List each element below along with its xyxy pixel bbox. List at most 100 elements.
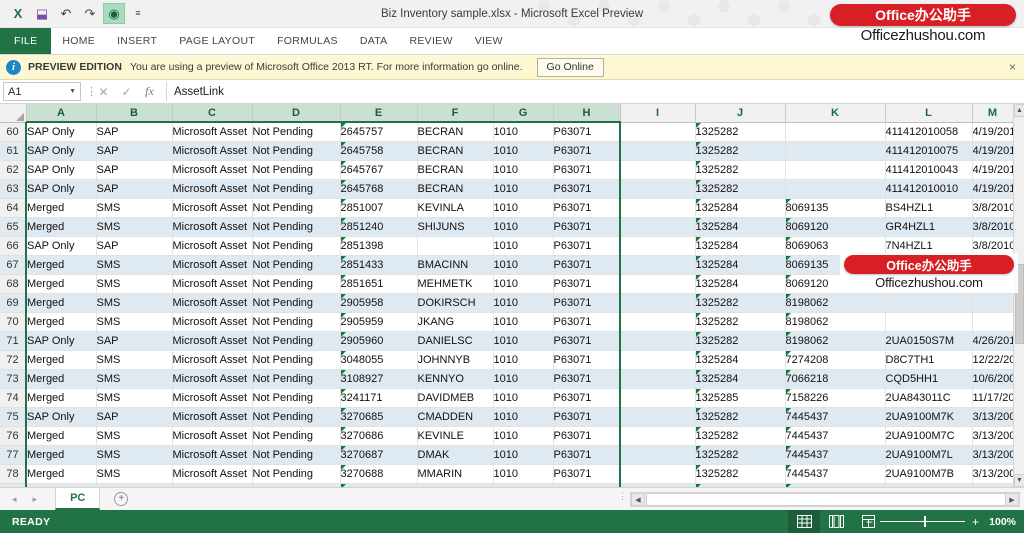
customize-qat-icon[interactable]: ≡ — [127, 3, 149, 24]
grid-cell[interactable] — [972, 293, 1013, 312]
grid-cell[interactable]: Merged — [26, 198, 96, 217]
grid-cell[interactable]: P63071 — [553, 255, 620, 274]
grid-cell[interactable]: DANIELSC — [417, 331, 493, 350]
grid-cell[interactable]: 12/22/20 — [972, 350, 1013, 369]
grid-cell[interactable]: Not Pending — [252, 407, 340, 426]
grid-cell[interactable]: P63071 — [553, 388, 620, 407]
grid-cell[interactable]: 3/13/200 — [972, 445, 1013, 464]
grid-cell[interactable]: SMS — [96, 350, 172, 369]
grid-cell[interactable]: 1325282 — [695, 160, 785, 179]
column-header-c[interactable]: C — [172, 104, 252, 122]
select-all-corner[interactable] — [0, 104, 26, 122]
grid-cell[interactable]: D8C7TH1 — [885, 350, 972, 369]
grid-cell[interactable]: KEVINLA — [417, 198, 493, 217]
grid-cell[interactable]: 7158226 — [785, 388, 885, 407]
grid-cell[interactable]: 2645758 — [340, 141, 417, 160]
grid-cell[interactable]: 2851398 — [340, 236, 417, 255]
grid-cell[interactable]: 3/13/200 — [972, 464, 1013, 483]
grid-cell[interactable]: Not Pending — [252, 369, 340, 388]
grid-cell[interactable]: 1010 — [493, 236, 553, 255]
table-row[interactable]: 66SAP OnlySAPMicrosoft AssetNot Pending2… — [0, 236, 1013, 255]
grid-cell[interactable]: Microsoft Asset — [172, 426, 252, 445]
row-header[interactable]: 65 — [0, 217, 26, 236]
tab-view[interactable]: VIEW — [464, 28, 514, 54]
grid-cell[interactable]: 8069135 — [785, 255, 885, 274]
grid-cell[interactable]: Microsoft Asset — [172, 350, 252, 369]
close-icon[interactable]: × — [1009, 60, 1016, 74]
grid-cell[interactable]: 3108927 — [340, 369, 417, 388]
tab-data[interactable]: DATA — [349, 28, 399, 54]
grid-cell[interactable] — [885, 293, 972, 312]
grid-cell[interactable]: 2UA9100M7K — [885, 407, 972, 426]
grid-cell[interactable]: SAP Only — [26, 141, 96, 160]
grid-cell[interactable]: MEHMETK — [417, 274, 493, 293]
tab-formulas[interactable]: FORMULAS — [266, 28, 349, 54]
grid-cell[interactable]: 1010 — [493, 217, 553, 236]
row-header[interactable]: 62 — [0, 160, 26, 179]
grid-cell[interactable]: 2851433 — [340, 255, 417, 274]
grid-cell[interactable]: 411412010010 — [885, 179, 972, 198]
grid-cell[interactable]: Merged — [26, 217, 96, 236]
normal-view-icon[interactable] — [788, 510, 820, 533]
column-header-m[interactable]: M — [972, 104, 1013, 122]
grid-cell[interactable]: 4/19/201 — [972, 179, 1013, 198]
grid-cell[interactable] — [620, 198, 695, 217]
table-row[interactable]: 63SAP OnlySAPMicrosoft AssetNot Pending2… — [0, 179, 1013, 198]
grid-cell[interactable]: Not Pending — [252, 312, 340, 331]
grid-cell[interactable]: 411412010058 — [885, 122, 972, 141]
row-header[interactable]: 70 — [0, 312, 26, 331]
grid-cell[interactable]: Microsoft Asset — [172, 445, 252, 464]
grid-cell[interactable]: SMS — [96, 388, 172, 407]
grid-cell[interactable]: BMACINN — [417, 255, 493, 274]
grid-cell[interactable]: 2645768 — [340, 179, 417, 198]
table-row[interactable]: 78MergedSMSMicrosoft AssetNot Pending327… — [0, 464, 1013, 483]
grid-cell[interactable]: 10/6/200 — [972, 369, 1013, 388]
grid-cell[interactable]: 8069120 — [785, 274, 885, 293]
grid-cell[interactable] — [785, 122, 885, 141]
grid-cell[interactable]: 3/13/200 — [972, 407, 1013, 426]
grid-cell[interactable] — [620, 369, 695, 388]
grid-cell[interactable]: 8069063 — [785, 236, 885, 255]
grid-cell[interactable]: P63071 — [553, 293, 620, 312]
grid-cell[interactable]: 11/17/20 — [972, 388, 1013, 407]
grid-cell[interactable] — [620, 274, 695, 293]
grid-cell[interactable]: 2645757 — [340, 122, 417, 141]
grid-cell[interactable]: P63071 — [553, 160, 620, 179]
row-header[interactable]: 76 — [0, 426, 26, 445]
grid-cell[interactable]: 1010 — [493, 179, 553, 198]
row-header[interactable]: 64 — [0, 198, 26, 217]
grid-cell[interactable]: 1010 — [493, 312, 553, 331]
row-header[interactable]: 74 — [0, 388, 26, 407]
vertical-scroll-thumb[interactable] — [1015, 264, 1024, 344]
grid-cell[interactable]: Microsoft Asset — [172, 198, 252, 217]
grid-cell[interactable]: DAVIDMEB — [417, 388, 493, 407]
grid-cell[interactable] — [620, 122, 695, 141]
name-box[interactable]: A1 ▼ — [3, 82, 81, 101]
go-online-button[interactable]: Go Online — [537, 58, 604, 77]
column-header-b[interactable]: B — [96, 104, 172, 122]
grid-cell[interactable]: SMS — [96, 293, 172, 312]
grid-cell[interactable]: SMS — [96, 198, 172, 217]
grid-cell[interactable]: 2UA9100M7C — [885, 426, 972, 445]
grid-cell[interactable]: BECRAN — [417, 160, 493, 179]
tab-insert[interactable]: INSERT — [106, 28, 168, 54]
grid-cell[interactable]: 1010 — [493, 445, 553, 464]
table-row[interactable]: 60SAP OnlySAPMicrosoft AssetNot Pending2… — [0, 122, 1013, 141]
grid-cell[interactable]: 1325284 — [695, 217, 785, 236]
grid-cell[interactable]: 1325282 — [695, 122, 785, 141]
grid-cell[interactable]: SAP Only — [26, 160, 96, 179]
grid-cell[interactable]: 2851007 — [340, 198, 417, 217]
grid-cell[interactable] — [620, 141, 695, 160]
grid-cell[interactable]: 1010 — [493, 464, 553, 483]
grid-cell[interactable]: 3/8/2010 — [972, 255, 1013, 274]
grid-cell[interactable]: MMARIN — [417, 464, 493, 483]
grid-cell[interactable]: 411412010075 — [885, 141, 972, 160]
grid-cell[interactable]: 8198062 — [785, 312, 885, 331]
grid-cell[interactable]: Microsoft Asset — [172, 293, 252, 312]
grid-cell[interactable]: Merged — [26, 255, 96, 274]
grid-cell[interactable]: 3270687 — [340, 445, 417, 464]
page-layout-view-icon[interactable] — [820, 510, 852, 533]
grid-cell[interactable]: Not Pending — [252, 274, 340, 293]
grid-cell[interactable]: Microsoft Asset — [172, 274, 252, 293]
grid-cell[interactable]: 1010 — [493, 369, 553, 388]
